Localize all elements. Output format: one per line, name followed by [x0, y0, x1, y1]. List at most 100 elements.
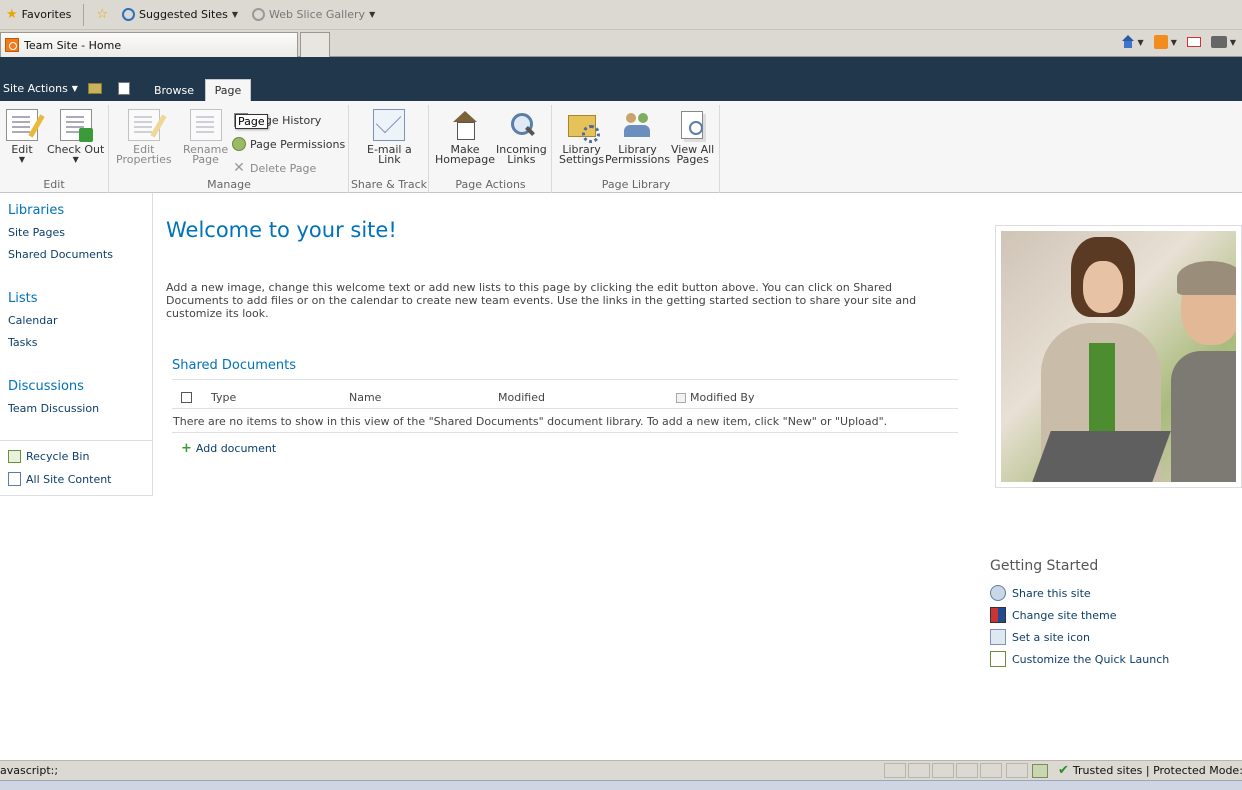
new-tab-button[interactable]: [300, 32, 330, 57]
web-slice-gallery-label: Web Slice Gallery: [269, 8, 366, 21]
envelope-icon: [373, 109, 406, 141]
group-label-page-library: Page Library: [601, 178, 671, 191]
discussions-heading[interactable]: Discussions: [8, 379, 84, 394]
intro-text: Add a new image, change this welcome tex…: [166, 281, 917, 320]
email-link-button[interactable]: E-mail a Link: [367, 109, 412, 165]
recycle-bin-icon: [8, 450, 21, 463]
feeds-button[interactable]: ▼: [1153, 35, 1177, 49]
all-site-content-link[interactable]: All Site Content: [8, 472, 112, 486]
check-out-button[interactable]: Check Out ▼: [47, 109, 104, 165]
column-header-modified-by[interactable]: Modified By: [690, 391, 755, 404]
home-icon: [1121, 35, 1135, 49]
site-actions-label: Site Actions: [3, 82, 68, 95]
suggested-sites-label: Suggested Sites: [139, 8, 228, 21]
add-icon: +: [181, 441, 192, 456]
nav-item-calendar[interactable]: Calendar: [8, 314, 57, 327]
empty-list-message: There are no items to show in this view …: [173, 415, 888, 428]
image-icon: [990, 629, 1006, 645]
change-theme-label: Change site theme: [1012, 608, 1117, 622]
add-favorite-button[interactable]: ☆: [92, 4, 112, 26]
nav-item-site-pages[interactable]: Site Pages: [8, 226, 65, 239]
read-mail-button[interactable]: [1186, 37, 1201, 47]
all-site-content-label: All Site Content: [26, 472, 112, 486]
suggested-sites-link[interactable]: Suggested Sites ▼: [118, 4, 242, 26]
lists-heading[interactable]: Lists: [8, 291, 38, 306]
nav-item-shared-documents[interactable]: Shared Documents: [8, 248, 113, 261]
email-link-label-2: Link: [378, 153, 401, 166]
delete-page-label: Delete Page: [250, 161, 317, 175]
rename-page-button[interactable]: Rename Page: [183, 109, 228, 165]
quick-launch: Libraries Site Pages Shared Documents Li…: [0, 193, 153, 496]
ribbon-header: Site Actions ▼ Browse Page: [0, 57, 1242, 101]
web-slice-gallery-link[interactable]: Web Slice Gallery ▼: [248, 4, 379, 26]
home-button[interactable]: ▼: [1121, 35, 1144, 49]
select-all-checkbox[interactable]: [181, 392, 192, 403]
people-photo: [1001, 231, 1236, 482]
photo-woman-face: [1083, 261, 1123, 313]
libraries-heading[interactable]: Libraries: [8, 203, 64, 218]
edit-properties-button[interactable]: Edit Properties: [116, 109, 172, 165]
separator: [83, 3, 85, 26]
status-pane: [1006, 763, 1028, 778]
nav-item-tasks[interactable]: Tasks: [8, 336, 37, 349]
page-permissions-button[interactable]: Page Permissions: [232, 137, 345, 151]
search-links-icon: [505, 109, 537, 141]
status-text: avascript:;: [0, 764, 59, 777]
browser-tab-active[interactable]: Team Site - Home: [0, 32, 298, 57]
edit-page-icon[interactable]: [118, 82, 130, 95]
site-content-icon: [8, 472, 21, 486]
group-label-share-track: Share & Track: [350, 178, 428, 191]
navigate-up-icon[interactable]: [88, 83, 102, 94]
customize-quick-launch-link[interactable]: Customize the Quick Launch: [990, 651, 1169, 667]
theme-icon: [990, 607, 1006, 623]
list-divider: [172, 432, 958, 433]
edit-button[interactable]: Edit ▼: [6, 109, 38, 165]
permissions-icon: [232, 137, 246, 151]
column-header-type[interactable]: Type: [211, 391, 236, 404]
tab-browse[interactable]: Browse: [148, 79, 200, 101]
recycle-bin-link[interactable]: Recycle Bin: [8, 450, 89, 463]
favorites-label: Favorites: [21, 8, 72, 21]
library-settings-button[interactable]: Library Settings: [559, 109, 604, 165]
taskbar: [0, 780, 1242, 790]
delete-icon: ✕: [233, 160, 245, 176]
library-permissions-button[interactable]: Library Permissions: [605, 109, 670, 165]
change-theme-link[interactable]: Change site theme: [990, 607, 1117, 623]
sharepoint-icon: [5, 38, 19, 52]
library-settings-icon: [566, 109, 600, 143]
zone-status[interactable]: ✔ Trusted sites | Protected Mode: Of: [1058, 764, 1242, 778]
column-header-name[interactable]: Name: [349, 391, 381, 404]
shared-documents-webpart-title[interactable]: Shared Documents: [172, 358, 296, 373]
delete-page-button[interactable]: ✕ Delete Page: [232, 161, 316, 175]
security-zone-icon[interactable]: [1032, 764, 1048, 778]
page-title: Welcome to your site!: [166, 218, 397, 242]
column-header-modified[interactable]: Modified: [498, 391, 545, 404]
chevron-down-icon: ▼: [369, 10, 376, 19]
incoming-links-label-2: Links: [507, 153, 536, 166]
add-document-link[interactable]: + Add document: [181, 442, 276, 455]
home-icon: [449, 109, 481, 141]
make-homepage-button[interactable]: Make Homepage: [435, 109, 495, 165]
ribbon: Edit ▼ Check Out ▼ Edit Edit Properties …: [0, 101, 1242, 193]
status-bar: avascript:; ✔ Trusted sites | Protected …: [0, 760, 1242, 780]
status-pane: [956, 763, 978, 778]
rename-page-icon: [189, 109, 222, 141]
incoming-links-button[interactable]: Incoming Links: [496, 109, 547, 165]
browser-tab-title: Team Site - Home: [24, 38, 122, 52]
photo-man-suit: [1171, 351, 1236, 482]
share-site-link[interactable]: Share this site: [990, 585, 1091, 601]
check-out-label: Check Out: [47, 143, 105, 156]
nav-item-team-discussion[interactable]: Team Discussion: [8, 402, 99, 415]
site-actions-menu[interactable]: Site Actions ▼: [3, 82, 78, 95]
tab-page[interactable]: Page: [205, 79, 251, 101]
page-permissions-label: Page Permissions: [250, 137, 346, 151]
command-bar: ▼ ▼ ▼: [1121, 35, 1236, 49]
favorites-button[interactable]: ★ Favorites: [2, 4, 75, 26]
ribbon-group-manage: Edit Properties Rename Page Page History…: [110, 105, 349, 193]
print-button[interactable]: ▼: [1210, 36, 1236, 48]
set-site-icon-link[interactable]: Set a site icon: [990, 629, 1090, 645]
printer-icon: [1210, 36, 1227, 48]
chevron-down-icon: ▼: [72, 155, 79, 164]
view-all-pages-button[interactable]: View All Pages: [671, 109, 714, 165]
status-pane: [980, 763, 1002, 778]
